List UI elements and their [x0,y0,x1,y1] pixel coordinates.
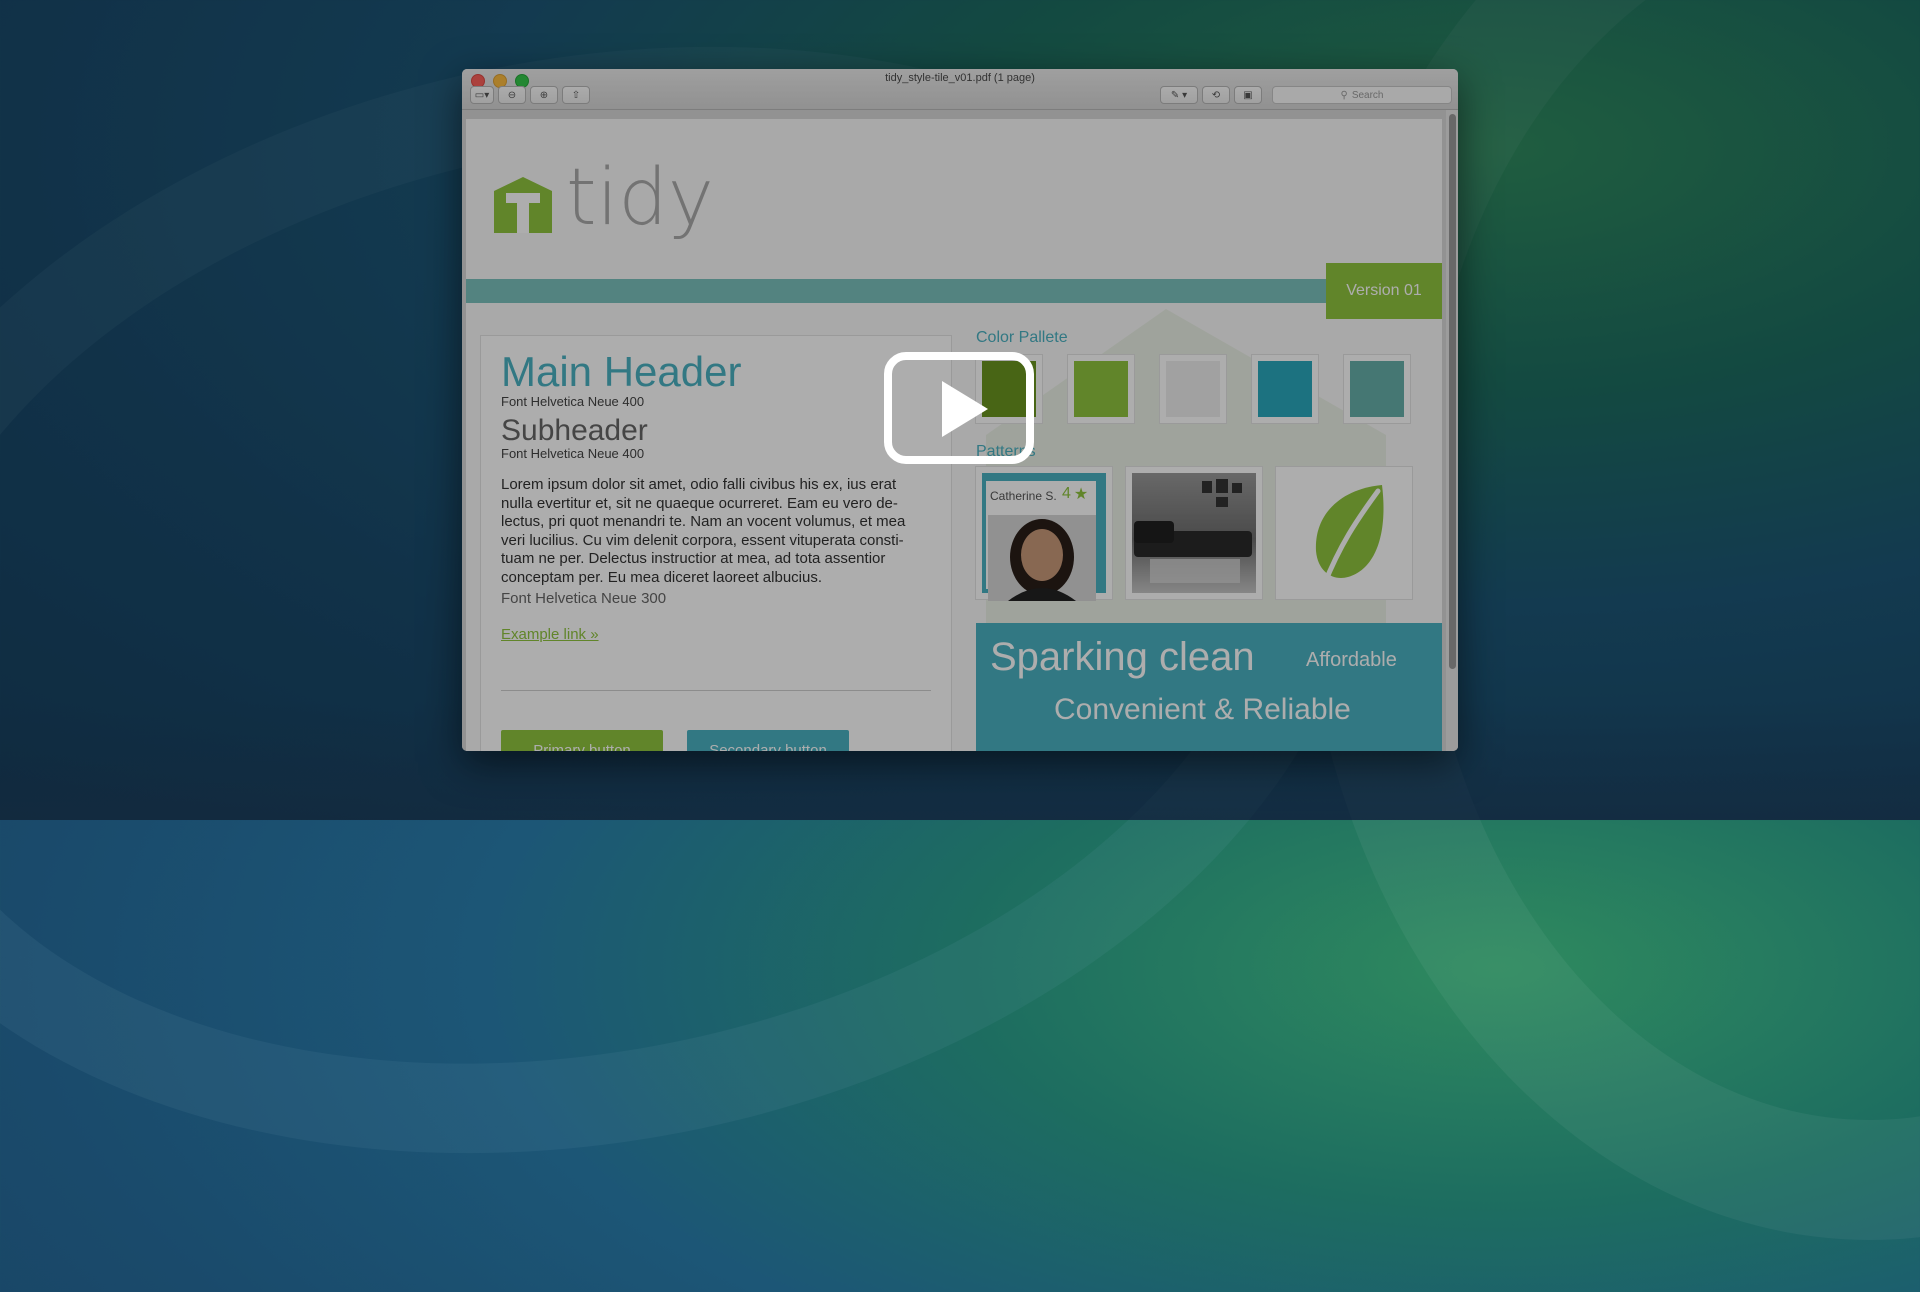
play-button[interactable] [884,352,1034,464]
play-icon [942,381,988,437]
